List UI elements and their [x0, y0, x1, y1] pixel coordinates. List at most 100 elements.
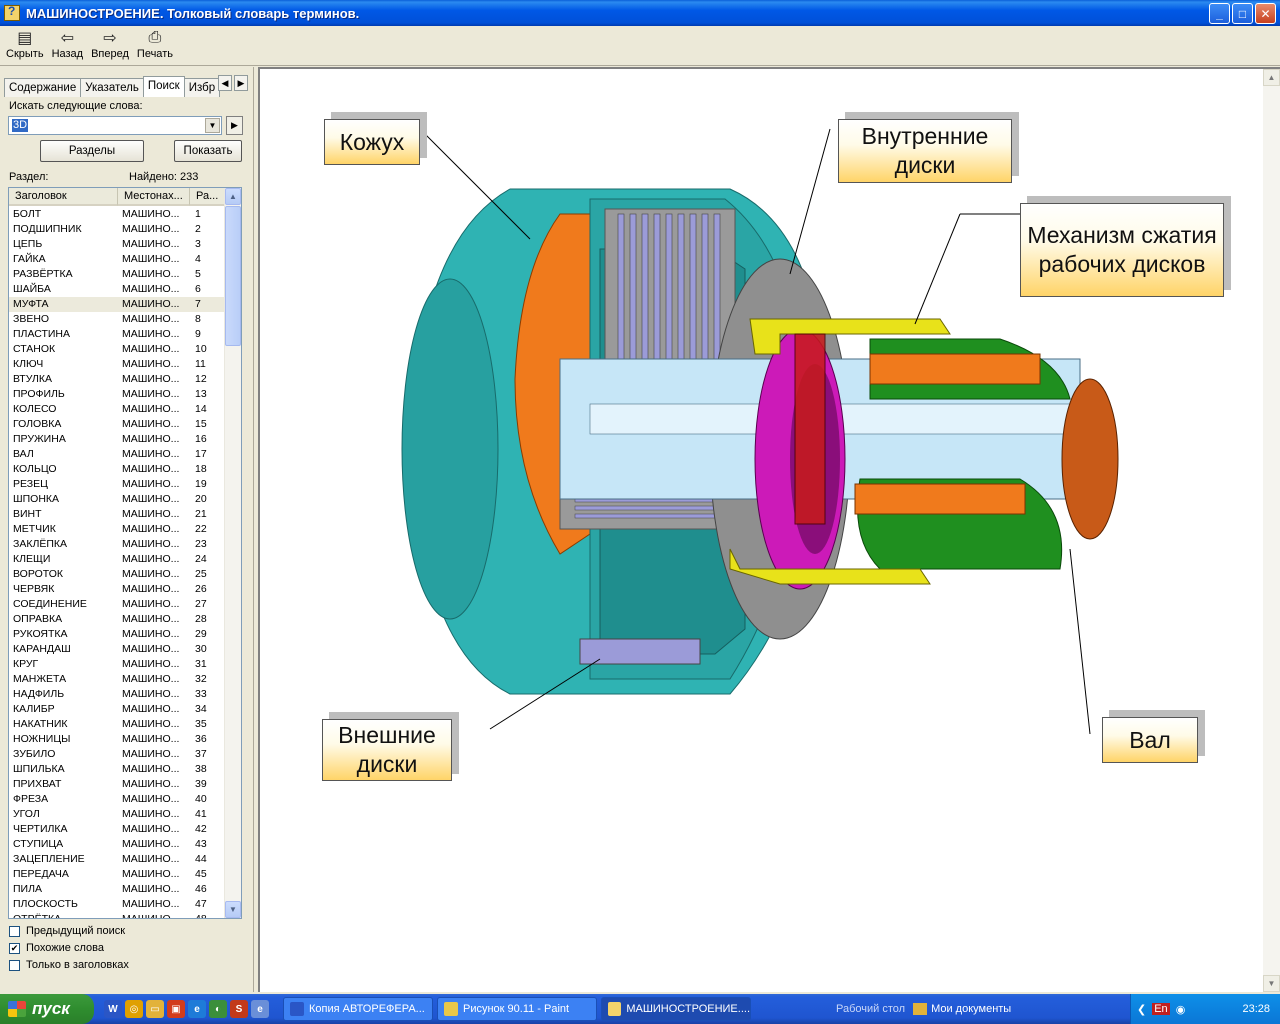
table-row[interactable]: ШПИЛЬКА МАШИНО... 38 [9, 762, 225, 777]
table-row[interactable]: КАРАНДАШ МАШИНО... 30 [9, 642, 225, 657]
scroll-down-icon[interactable]: ▼ [1263, 975, 1280, 992]
table-row[interactable]: ВТУЛКА МАШИНО... 12 [9, 372, 225, 387]
clock[interactable]: 23:28 [1242, 1003, 1270, 1015]
table-row[interactable]: ПЛАСТИНА МАШИНО... 9 [9, 327, 225, 342]
my-documents-link[interactable]: Мои документы [931, 1003, 1011, 1015]
scroll-down-icon[interactable]: ▼ [225, 901, 241, 918]
shortcut-icon[interactable]: S [230, 1000, 248, 1018]
search-options-button[interactable]: ▶ [226, 116, 243, 135]
table-row[interactable]: ПИЛА МАШИНО... 46 [9, 882, 225, 897]
media-icon[interactable]: ▣ [167, 1000, 185, 1018]
tab-contents[interactable]: Содержание [4, 78, 82, 97]
table-row[interactable]: УГОЛ МАШИНО... 41 [9, 807, 225, 822]
tab-index[interactable]: Указатель [80, 78, 144, 97]
network-icon[interactable]: ◉ [1176, 1003, 1186, 1016]
table-row[interactable]: БОЛТ МАШИНО... 1 [9, 207, 225, 222]
table-row[interactable]: ЗВЕНО МАШИНО... 8 [9, 312, 225, 327]
tab-scroll-right[interactable]: ▶ [234, 75, 248, 91]
table-row[interactable]: СТУПИЦА МАШИНО... 43 [9, 837, 225, 852]
hide-button[interactable]: ▤ Скрыть [2, 26, 48, 65]
table-row[interactable]: ШПОНКА МАШИНО... 20 [9, 492, 225, 507]
start-button[interactable]: пуск [0, 994, 94, 1024]
table-row[interactable]: ЧЕРТИЛКА МАШИНО... 42 [9, 822, 225, 837]
scroll-up-icon[interactable]: ▲ [225, 188, 241, 205]
sections-button[interactable]: Разделы [40, 140, 144, 162]
table-row[interactable]: СТАНОК МАШИНО... 10 [9, 342, 225, 357]
table-row[interactable]: ВИНТ МАШИНО... 21 [9, 507, 225, 522]
table-row[interactable]: КЛЮЧ МАШИНО... 11 [9, 357, 225, 372]
table-row[interactable]: ПРУЖИНА МАШИНО... 16 [9, 432, 225, 447]
chevron-down-icon[interactable]: ▼ [205, 118, 220, 133]
table-row[interactable]: НАДФИЛЬ МАШИНО... 33 [9, 687, 225, 702]
ie-alt-icon[interactable]: e [251, 1000, 269, 1018]
table-row[interactable]: НОЖНИЦЫ МАШИНО... 36 [9, 732, 225, 747]
scroll-thumb[interactable] [225, 206, 241, 346]
table-row[interactable]: ЗАЦЕПЛЕНИЕ МАШИНО... 44 [9, 852, 225, 867]
table-row[interactable]: ГАЙКА МАШИНО... 4 [9, 252, 225, 267]
ie-icon[interactable]: e [188, 1000, 206, 1018]
scroll-up-icon[interactable]: ▲ [1263, 69, 1280, 86]
column-header-location[interactable]: Местонах... [118, 188, 190, 206]
table-row[interactable]: ПЛОСКОСТЬ МАШИНО... 47 [9, 897, 225, 912]
print-button[interactable]: ⎙ Печать [133, 26, 177, 65]
table-row[interactable]: ЧЕРВЯК МАШИНО... 26 [9, 582, 225, 597]
table-row[interactable]: ПЕРЕДАЧА МАШИНО... 45 [9, 867, 225, 882]
row-location: МАШИНО... [122, 343, 180, 355]
table-row[interactable]: МАНЖЕТА МАШИНО... 32 [9, 672, 225, 687]
close-button[interactable]: ✕ [1255, 3, 1276, 24]
maximize-button[interactable]: □ [1232, 3, 1253, 24]
table-row[interactable]: ПРИХВАТ МАШИНО... 39 [9, 777, 225, 792]
table-row[interactable]: ШАЙБА МАШИНО... 6 [9, 282, 225, 297]
table-row[interactable]: РЕЗЕЦ МАШИНО... 19 [9, 477, 225, 492]
table-row[interactable]: ОПРАВКА МАШИНО... 28 [9, 612, 225, 627]
show-button[interactable]: Показать [174, 140, 242, 162]
back-button[interactable]: ⇦ Назад [48, 26, 88, 65]
table-row[interactable]: КРУГ МАШИНО... 31 [9, 657, 225, 672]
table-row[interactable]: НАКАТНИК МАШИНО... 35 [9, 717, 225, 732]
tab-scroll-left[interactable]: ◀ [218, 75, 232, 91]
table-row[interactable]: РУКОЯТКА МАШИНО... 29 [9, 627, 225, 642]
table-row[interactable]: ЗАКЛЁПКА МАШИНО... 23 [9, 537, 225, 552]
list-scrollbar[interactable]: ▲ ▼ [224, 188, 241, 918]
column-header-rank[interactable]: Ра... [190, 188, 225, 206]
tray-chevron-icon[interactable]: ❮ [1137, 1003, 1146, 1016]
content-scrollbar[interactable]: ▲ ▼ [1263, 69, 1280, 992]
table-row[interactable]: ЦЕПЬ МАШИНО... 3 [9, 237, 225, 252]
table-row[interactable]: ВОРОТОК МАШИНО... 25 [9, 567, 225, 582]
minimize-button[interactable]: _ [1209, 3, 1230, 24]
column-header-title[interactable]: Заголовок [9, 188, 118, 206]
desktop-link[interactable]: Рабочий стол [836, 1003, 905, 1015]
task-paint[interactable]: Рисунок 90.11 - Paint [437, 997, 597, 1021]
lang-bar-icon[interactable]: En [1152, 1003, 1170, 1015]
table-row[interactable]: КЛЕЩИ МАШИНО... 24 [9, 552, 225, 567]
table-row[interactable]: КОЛЬЦО МАШИНО... 18 [9, 462, 225, 477]
table-row[interactable]: ОТРЁТКА МАШИНО... 48 [9, 912, 225, 918]
table-row[interactable]: ВАЛ МАШИНО... 17 [9, 447, 225, 462]
table-row[interactable]: ГОЛОВКА МАШИНО... 15 [9, 417, 225, 432]
app-icon[interactable]: ◎ [125, 1000, 143, 1018]
table-row[interactable]: МУФТА МАШИНО... 7 [9, 297, 225, 312]
previous-search-checkbox[interactable]: Предыдущий поиск [9, 925, 125, 937]
table-row[interactable]: КОЛЕСО МАШИНО... 14 [9, 402, 225, 417]
task-autoreferat[interactable]: Копия АВТОРЕФЕРА... [283, 997, 433, 1021]
table-row[interactable]: МЕТЧИК МАШИНО... 22 [9, 522, 225, 537]
tab-favorites[interactable]: Избр [183, 78, 221, 97]
task-mashinostroenie[interactable]: МАШИНОСТРОЕНИЕ.... [601, 997, 751, 1021]
forward-button[interactable]: ⇨ Вперед [87, 26, 133, 65]
title-bar[interactable]: МАШИНОСТРОЕНИЕ. Толковый словарь термино… [0, 0, 1280, 26]
table-row[interactable]: РАЗВЁРТКА МАШИНО... 5 [9, 267, 225, 282]
titles-only-checkbox[interactable]: Только в заголовках [9, 959, 129, 971]
table-row[interactable]: КАЛИБР МАШИНО... 34 [9, 702, 225, 717]
folder-icon[interactable]: ▭ [146, 1000, 164, 1018]
search-input[interactable]: 3D ▼ [8, 116, 222, 135]
tool-icon[interactable]: ◐ [209, 1000, 227, 1018]
table-row[interactable]: ПОДШИПНИК МАШИНО... 2 [9, 222, 225, 237]
tab-search[interactable]: Поиск [142, 76, 185, 97]
similar-words-checkbox[interactable]: ✔ Похожие слова [9, 942, 104, 954]
table-row[interactable]: ПРОФИЛЬ МАШИНО... 13 [9, 387, 225, 402]
table-row[interactable]: ФРЕЗА МАШИНО... 40 [9, 792, 225, 807]
table-row[interactable]: СОЕДИНЕНИЕ МАШИНО... 27 [9, 597, 225, 612]
word-icon[interactable]: W [104, 1000, 122, 1018]
results-list[interactable]: Заголовок Местонах... Ра... БОЛТ МАШИНО..… [8, 187, 242, 919]
table-row[interactable]: ЗУБИЛО МАШИНО... 37 [9, 747, 225, 762]
